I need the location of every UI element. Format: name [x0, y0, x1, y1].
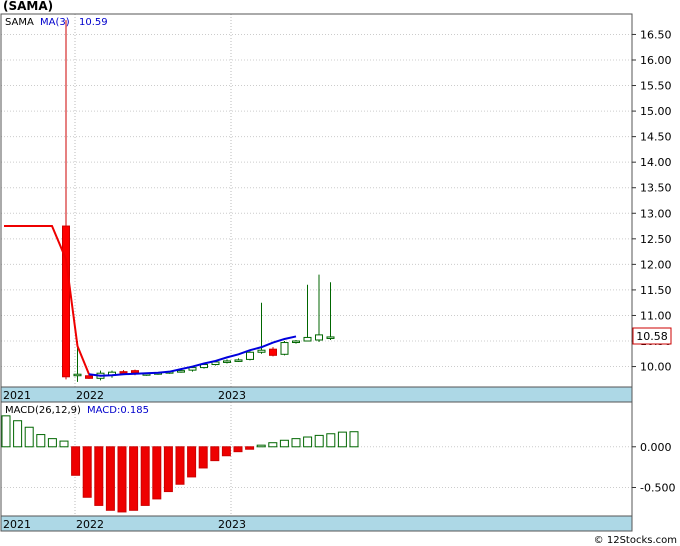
candle-body [280, 342, 289, 355]
chart-title: (SAMA) [3, 0, 54, 13]
price-ytick-label: 11.00 [640, 309, 672, 322]
candle-body [257, 349, 266, 353]
macd-legend-value: MACD:0.185 [87, 405, 149, 416]
macd-bar [268, 442, 278, 448]
candle-body [223, 360, 231, 363]
macd-bar [140, 446, 150, 506]
last-price-tag: 10.58 [636, 330, 668, 343]
macd-bar [175, 446, 185, 485]
price-ytick-label: 16.50 [640, 28, 672, 41]
price-ytick-label: 14.00 [640, 156, 672, 169]
macd-bar [337, 431, 347, 448]
macd-bar [198, 446, 208, 469]
macd-bar [233, 446, 243, 453]
price-ytick-label: 12.00 [640, 258, 672, 271]
macd-bar [24, 426, 34, 448]
candle-body [303, 336, 312, 342]
macd-bar [210, 446, 220, 462]
candle-body [177, 370, 185, 373]
candle-body [73, 373, 82, 377]
candle-body [326, 336, 335, 339]
macd-bar [13, 420, 23, 448]
macd-bar [117, 446, 127, 513]
price-grid [0, 14, 632, 387]
stock-chart: 10.0010.5011.0011.5012.0012.5013.0013.50… [0, 13, 675, 532]
macd-bar [47, 438, 57, 448]
macd-bar [59, 440, 69, 448]
macd-bar [105, 446, 115, 511]
macd-bar [326, 433, 336, 448]
macd-xtick-label: 2023 [218, 518, 246, 531]
macd-legend-label: MACD(26,12,9) [5, 405, 81, 416]
candle-body [315, 334, 323, 341]
macd-bar [279, 439, 289, 448]
candle-body [131, 370, 139, 374]
candle-body [269, 348, 277, 356]
macd-marks [1, 415, 359, 513]
macd-ytick-label: -0.500 [640, 482, 675, 495]
macd-bar [245, 446, 255, 450]
price-marks [4, 20, 335, 382]
price-ytick-label: 13.00 [640, 207, 672, 220]
macd-xtick-label: 2022 [76, 518, 104, 531]
macd-bar [256, 444, 266, 448]
macd-bar [291, 438, 301, 448]
macd-bar [221, 446, 231, 457]
macd-bar [303, 436, 313, 448]
candle-body [292, 340, 300, 344]
candle-body [246, 351, 254, 360]
price-panel-frame [0, 13, 633, 388]
price-ytick-label: 14.50 [640, 131, 672, 144]
price-ytick-label: 15.00 [640, 105, 672, 118]
price-ytick-label: 10.00 [640, 361, 672, 374]
macd-bar [1, 415, 11, 448]
price-yaxis: 10.0010.5011.0011.5012.0012.5013.0013.50… [632, 28, 672, 374]
price-xtick-label: 2022 [76, 389, 104, 402]
candle-body [234, 359, 243, 362]
macd-bar [152, 446, 162, 500]
macd-xtick-label: 2021 [3, 518, 31, 531]
price-legend-ma-value: 10.59 [79, 17, 108, 28]
price-ytick-label: 13.50 [640, 182, 672, 195]
price-xtick-label: 2021 [3, 389, 31, 402]
price-ytick-label: 11.50 [640, 284, 672, 297]
ma-line-segment-above [4, 225, 90, 375]
macd-bar [82, 446, 92, 498]
candle-body [119, 371, 128, 374]
macd-bar [129, 446, 139, 511]
macd-bar [36, 434, 46, 448]
macd-bar [349, 431, 359, 448]
price-legend-symbol: SAMA [5, 17, 34, 28]
macd-bar [71, 446, 81, 476]
footer-credit[interactable]: © 12Stocks.com [594, 535, 677, 546]
candle-body [85, 375, 93, 379]
macd-yaxis: 0.000 -0.500 [632, 441, 675, 495]
macd-bar [187, 446, 197, 478]
macd-bar [163, 446, 173, 493]
candle-body [62, 225, 70, 378]
price-xtick-label: 2023 [218, 389, 246, 402]
price-ytick-label: 12.50 [640, 233, 672, 246]
macd-ytick-label: 0.000 [640, 441, 672, 454]
price-ytick-label: 15.50 [640, 80, 672, 93]
macd-bar [94, 446, 104, 506]
price-legend-ma-label: MA(3) [40, 17, 70, 28]
macd-bar [314, 434, 324, 448]
price-ytick-label: 16.00 [640, 54, 672, 67]
